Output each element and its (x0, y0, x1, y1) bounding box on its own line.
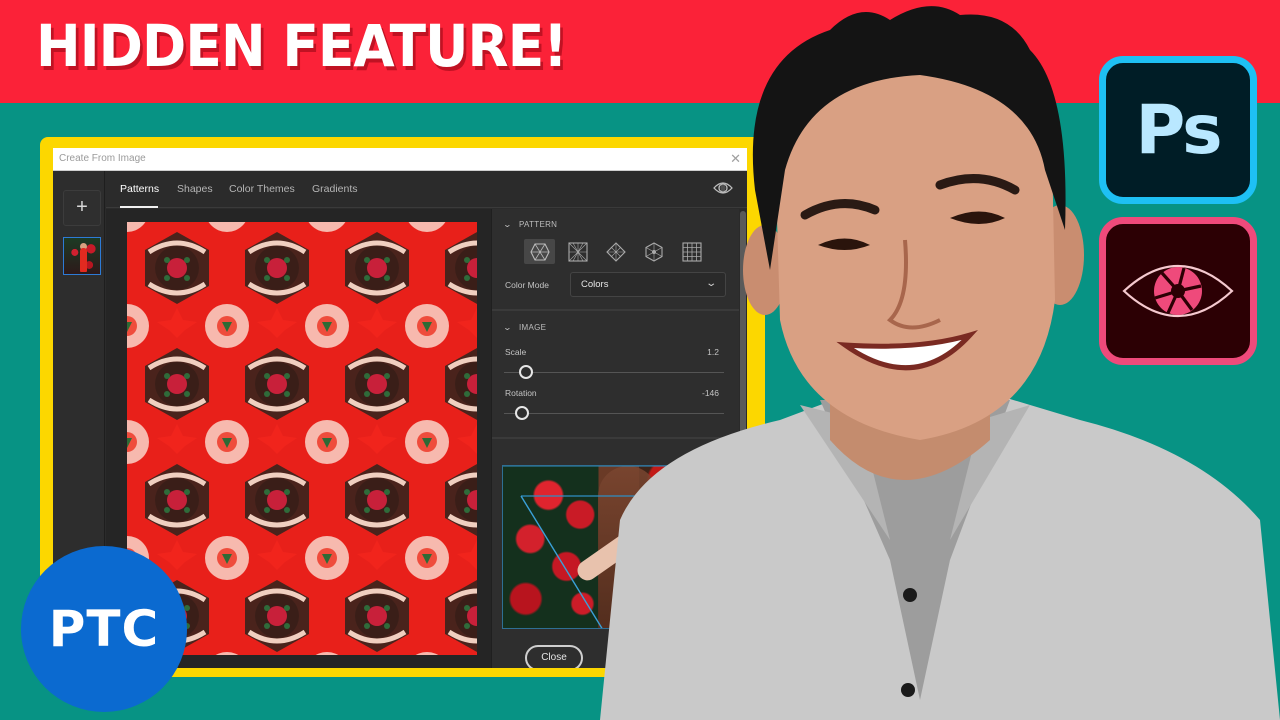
shirt-button (901, 683, 915, 697)
rotation-label: Rotation (505, 388, 537, 398)
rotation-slider-handle[interactable] (514, 406, 529, 420)
scale-slider-handle[interactable] (519, 365, 533, 379)
image-section-title: IMAGE (519, 323, 547, 332)
sample-region-triangle[interactable] (503, 466, 731, 629)
source-image-preview[interactable] (502, 465, 731, 629)
photoshop-logo: Ps (1099, 56, 1257, 204)
eye-icon[interactable] (713, 180, 733, 196)
chevron-down-icon: ⌄ (502, 323, 513, 332)
photoshop-logo-text: Ps (1135, 90, 1222, 170)
capture-app-logo (1099, 217, 1257, 365)
properties-panel: ⌄ PATTERN Color Mode Colors ⌄ ⌄ IMAGE Sc… (491, 209, 739, 668)
scale-label: Scale (505, 347, 527, 357)
hexagon-kaleidoscope-icon (529, 242, 550, 261)
diamond-icon (605, 241, 626, 262)
pattern-preview-canvas[interactable] (127, 222, 477, 655)
shirt-button (903, 588, 917, 602)
pattern-section-toggle[interactable]: ⌄ PATTERN (502, 220, 558, 229)
scrollbar-thumb[interactable] (740, 211, 746, 451)
dialog-title: Create From Image (59, 153, 146, 164)
color-mode-label: Color Mode (505, 280, 549, 290)
close-x-icon[interactable]: ✕ (730, 151, 741, 167)
active-tab-indicator (120, 206, 158, 208)
source-image-thumbnail[interactable] (63, 237, 101, 275)
thumb-figure-dress (80, 248, 87, 272)
square-radial-icon (567, 241, 588, 262)
presenter-ear-right (1036, 205, 1084, 305)
properties-scrollbar[interactable] (739, 209, 747, 668)
scale-slider-track[interactable] (504, 372, 724, 373)
presenter-eye-right (950, 211, 1005, 224)
pattern-type-hexagon-kaleidoscope[interactable] (524, 239, 555, 264)
pattern-type-selector (524, 239, 707, 264)
color-mode-select[interactable]: Colors ⌄ (570, 272, 726, 297)
pattern-type-hexagon-radial[interactable] (638, 239, 669, 264)
pattern-type-square-radial[interactable] (562, 239, 593, 264)
ptc-logo: PTC (21, 546, 187, 712)
presenter-neck (830, 340, 990, 480)
pattern-type-diamond[interactable] (600, 239, 631, 264)
rotation-slider-track[interactable] (504, 413, 724, 414)
presenter-collar-left (800, 405, 890, 540)
pattern-type-grid[interactable] (676, 239, 707, 264)
grid-icon (681, 241, 702, 262)
section-divider (492, 309, 739, 311)
tab-bar: Patterns Shapes Color Themes Gradients (106, 171, 747, 208)
section-divider (492, 437, 739, 439)
tab-gradients[interactable]: Gradients (312, 183, 358, 195)
presenter-face (775, 60, 1055, 440)
add-image-button[interactable]: + (63, 190, 101, 226)
presenter-smile (836, 329, 978, 371)
image-section-toggle[interactable]: ⌄ IMAGE (502, 323, 547, 332)
eye-shutter-icon (1122, 264, 1234, 318)
pattern-section-title: PATTERN (519, 220, 558, 229)
presenter-placket (820, 400, 1010, 700)
tab-patterns[interactable]: Patterns (120, 183, 159, 195)
presenter-collar-right (950, 405, 1030, 540)
rotation-value: -146 (701, 388, 719, 398)
close-button[interactable]: Close (525, 645, 583, 668)
tab-color-themes[interactable]: Color Themes (229, 183, 295, 195)
color-mode-value: Colors (581, 279, 609, 290)
ptc-logo-text: PTC (48, 600, 160, 658)
presenter-eye-left (818, 238, 870, 250)
chevron-down-icon: ⌄ (704, 278, 717, 289)
headline: HIDDEN FEATURE! (36, 12, 568, 80)
hexagon-radial-icon (644, 241, 663, 262)
title-bar: Create From Image ✕ (53, 148, 747, 171)
chevron-down-icon: ⌄ (502, 220, 513, 229)
scale-value: 1.2 (707, 347, 719, 357)
tab-shapes[interactable]: Shapes (177, 183, 213, 195)
